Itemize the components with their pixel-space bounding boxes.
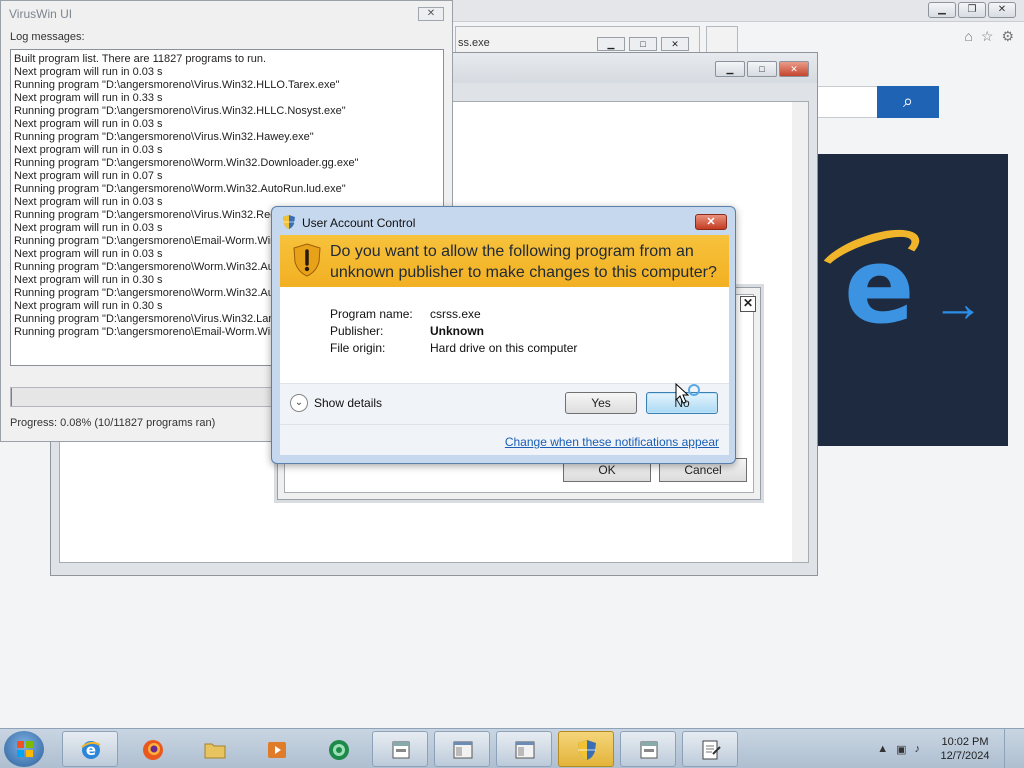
notepad-taskbar-item[interactable]	[682, 731, 738, 767]
log-line: Next program will run in 0.03 s	[14, 118, 163, 130]
browser-restore-button[interactable]: ❐	[958, 2, 986, 18]
green-circle-icon	[327, 738, 351, 762]
favorites-star-icon[interactable]: ☆	[981, 28, 994, 45]
network-icon[interactable]: ▣	[896, 743, 906, 756]
exe-window-taskbar-item-1[interactable]	[372, 731, 428, 767]
uac-title: User Account Control	[302, 216, 416, 230]
uac-button-area: ⌄ Show details Yes No Change when these …	[280, 383, 729, 455]
mouse-pointer-busy-icon	[675, 382, 700, 404]
log-line: Next program will run in 0.33 s	[14, 92, 163, 104]
log-line: Running program "D:\angersmoreno\Virus.W…	[14, 131, 314, 143]
file-origin-row: File origin: Hard drive on this computer	[330, 341, 577, 358]
clock-time: 10:02 PM	[941, 736, 989, 748]
media-player-taskbar-item[interactable]	[248, 731, 304, 767]
file-origin-label: File origin:	[330, 341, 386, 355]
log-line: Running program "D:\angersmoreno\Worm.Wi…	[14, 157, 359, 169]
web-search-input[interactable]	[812, 86, 878, 118]
firefox-icon	[141, 738, 165, 762]
log-window-title: VirusWin UI	[9, 7, 73, 21]
middle-window-minimize-button[interactable]: ▁	[715, 61, 745, 77]
clock-date: 12/7/2024	[940, 750, 990, 762]
log-line: Next program will run in 0.03 s	[14, 144, 163, 156]
chevron-down-icon[interactable]: ⌄	[290, 394, 308, 412]
uac-separator	[280, 424, 729, 425]
exe-icon	[389, 738, 413, 762]
web-search-button[interactable]: ⌕	[877, 86, 939, 118]
publisher-value: Unknown	[430, 324, 484, 338]
exe-window-taskbar-item-4[interactable]	[620, 731, 676, 767]
uac-details-body: Program name: csrss.exe Publisher: Unkno…	[280, 287, 729, 383]
background-tab-text: ss.exe	[458, 37, 490, 49]
log-line: Built program list. There are 11827 prog…	[14, 53, 267, 65]
search-icon: ⌕	[902, 91, 914, 111]
system-tray: ▲ ▣ ♪ 10:02 PM 12/7/2024	[877, 729, 1018, 768]
start-button[interactable]	[4, 731, 44, 767]
uac-shield-small-icon	[283, 215, 295, 229]
middle-window-maximize-button[interactable]: □	[747, 61, 777, 77]
publisher-row: Publisher: Unknown	[330, 324, 577, 341]
progress-text: Progress: 0.08% (10/11827 programs ran)	[10, 417, 216, 429]
exe-icon	[637, 738, 661, 762]
internet-explorer-taskbar-item[interactable]: e	[62, 731, 118, 767]
middle-window-close-button[interactable]: ✕	[779, 61, 809, 77]
tab-close-button[interactable]: ✕	[661, 37, 689, 51]
user-account-control-dialog: User Account Control ✕ Do you want to al…	[271, 206, 736, 464]
uac-taskbar-item[interactable]	[558, 731, 614, 767]
ie-icon: e	[79, 738, 103, 762]
show-details-label[interactable]: Show details	[314, 396, 382, 410]
log-messages-label: Log messages:	[10, 31, 85, 43]
tab-minimize-button[interactable]: ▁	[597, 37, 625, 51]
volume-muted-icon[interactable]: ♪	[915, 743, 921, 756]
log-line: Running program "D:\angersmoreno\Worm.Wi…	[14, 183, 346, 195]
background-window-tab-2[interactable]	[706, 26, 738, 54]
window-taskbar-item-3[interactable]	[496, 731, 552, 767]
show-desktop-button[interactable]	[1004, 729, 1018, 768]
media-icon	[265, 738, 289, 762]
program-name-row: Program name: csrss.exe	[330, 307, 577, 324]
secondary-dialog-close-button[interactable]: ✕	[740, 296, 756, 312]
firefox-taskbar-item[interactable]	[124, 731, 180, 767]
window-icon	[513, 738, 537, 762]
log-line: Running program "D:\angersmoreno\Virus.W…	[14, 79, 340, 91]
settings-gear-icon[interactable]: ⚙	[1001, 28, 1014, 45]
uac-question-text: Do you want to allow the following progr…	[330, 243, 717, 281]
notepad-icon	[699, 738, 723, 762]
file-origin-value: Hard drive on this computer	[430, 341, 578, 355]
green-app-taskbar-item[interactable]	[310, 731, 366, 767]
arrow-right-icon: →	[932, 275, 984, 333]
browser-close-button[interactable]: ✕	[988, 2, 1016, 18]
browser-minimize-button[interactable]: ▁	[928, 2, 956, 18]
internet-explorer-banner: e →	[812, 154, 1008, 446]
shield-icon	[575, 738, 599, 762]
warning-shield-icon	[293, 243, 321, 277]
taskbar: e ▲ ▣ ♪ 10:02 PM 12/7/2024	[0, 728, 1024, 768]
uac-warning-header: Do you want to allow the following progr…	[280, 235, 729, 287]
show-details-toggle[interactable]: ⌄ Show details	[290, 394, 382, 412]
window-icon	[451, 738, 475, 762]
log-line: Next program will run in 0.03 s	[14, 66, 163, 78]
show-hidden-icons-icon[interactable]: ▲	[877, 743, 888, 756]
publisher-label: Publisher:	[330, 324, 384, 338]
log-line: Next program will run in 0.07 s	[14, 170, 163, 182]
folder-icon	[203, 738, 227, 762]
file-explorer-taskbar-item[interactable]	[186, 731, 242, 767]
log-line: Running program "D:\angersmoreno\Virus.W…	[14, 105, 346, 117]
uac-title-bar: User Account Control ✕	[272, 207, 735, 235]
program-name-label: Program name:	[330, 307, 413, 321]
middle-window-scrollbar[interactable]	[792, 102, 808, 562]
change-notifications-link[interactable]: Change when these notifications appear	[505, 435, 719, 449]
window-taskbar-item-2[interactable]	[434, 731, 490, 767]
windows-logo-icon	[17, 741, 33, 757]
tab-maximize-button[interactable]: □	[629, 37, 657, 51]
home-icon[interactable]: ⌂	[964, 28, 972, 45]
program-name-value: csrss.exe	[430, 307, 481, 321]
uac-close-button[interactable]: ✕	[695, 214, 727, 230]
yes-button[interactable]: Yes	[565, 392, 637, 414]
clock[interactable]: 10:02 PM 12/7/2024	[930, 735, 1000, 763]
log-window-close-button[interactable]: ✕	[418, 7, 444, 21]
